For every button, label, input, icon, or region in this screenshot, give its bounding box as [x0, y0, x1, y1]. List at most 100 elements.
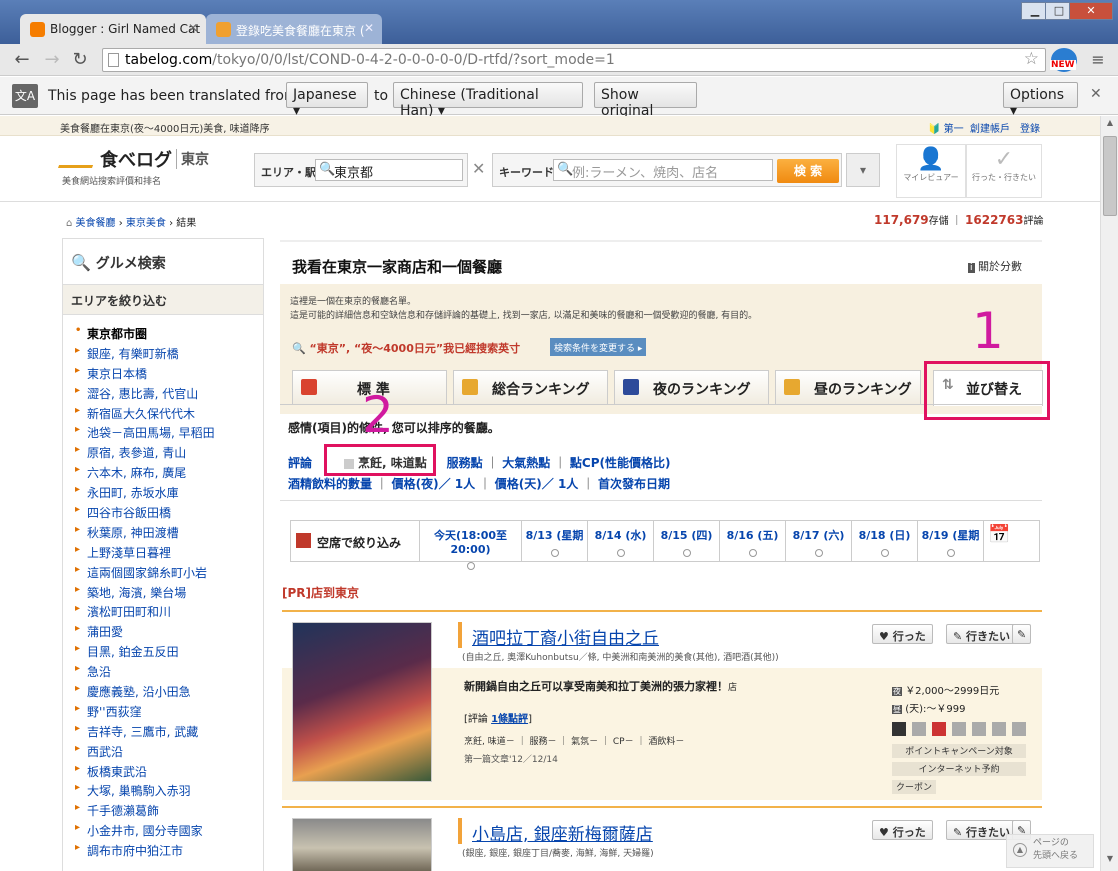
sidebar-area-item[interactable]: 原宿, 表參道, 青山 — [73, 444, 263, 464]
sidebar-area-item[interactable]: 銀座, 有樂町新橋 — [73, 345, 263, 365]
sidebar-area-item[interactable]: 板橋東武沿 — [73, 763, 263, 783]
want-button[interactable]: ✎ 行きたい — [946, 624, 1018, 644]
accent-bar — [458, 818, 462, 844]
close-icon[interactable]: ✕ — [1090, 86, 1102, 102]
sort-link-price-night[interactable]: 價格(夜)／ 1人 — [392, 477, 476, 491]
sidebar-area-item[interactable]: 目黑, 鉑金五反田 — [73, 643, 263, 663]
date-cell[interactable]: 8/18 (日) — [852, 520, 918, 562]
date-cell[interactable]: 8/14 (水) — [588, 520, 654, 562]
top-link-signup[interactable]: 創建帳戶 — [970, 120, 1010, 135]
date-cell[interactable]: 今天(18:00至20:00) — [420, 520, 522, 570]
restaurant-photo[interactable] — [292, 622, 432, 782]
restaurant-card: 小島店, 銀座新梅爾薩店 ♥ 行った ✎ 行きたい ✎ (銀座, 銀座, 銀座丁… — [282, 806, 1042, 871]
sidebar-area-item[interactable]: 東京都市圈 — [73, 325, 263, 345]
sidebar-area-item[interactable]: 東京日本橋 — [73, 365, 263, 385]
logo-text[interactable]: 食べログ — [100, 146, 172, 172]
to-language-select[interactable]: Chinese (Traditional Han) ▾ — [393, 82, 583, 119]
sort-link-price-day[interactable]: 價格(天)／ 1人 — [495, 477, 579, 491]
sort-link-first-post[interactable]: 首次發布日期 — [598, 477, 670, 491]
my-reviewer-button[interactable]: 👤 マイレビュアー — [896, 144, 966, 198]
sidebar-area-item[interactable]: 急沿 — [73, 663, 263, 683]
sidebar-area-item[interactable]: 小金井市, 國分寺國家 — [73, 822, 263, 842]
sidebar-area-item[interactable]: 調布市府中狛江市 — [73, 842, 263, 862]
sidebar-area-item[interactable]: 新宿區大久保代代木 — [73, 405, 263, 425]
scroll-down-icon[interactable]: ▼ — [1103, 854, 1117, 868]
price-night-value: ￥2,000～2999日元 — [905, 686, 1000, 697]
vacancy-filter[interactable]: 空席で絞り込み — [290, 520, 420, 562]
top-link-first[interactable]: 🔰 第一 — [928, 120, 964, 135]
calendar-icon[interactable]: 📅 — [988, 524, 1010, 545]
from-language-select[interactable]: Japanese ▾ — [286, 82, 368, 119]
date-cell[interactable]: 8/16 (五) — [720, 520, 786, 562]
review-count-link[interactable]: 1條點評 — [491, 714, 528, 725]
breadcrumb-item[interactable]: 美食餐廳 — [76, 218, 116, 229]
went-button[interactable]: ✓ 行った・行きたい — [966, 144, 1042, 198]
scrollbar[interactable]: ▲ ▼ — [1100, 116, 1118, 871]
close-icon[interactable]: ✕ — [188, 21, 198, 35]
extension-icon[interactable]: NEW — [1050, 48, 1077, 72]
restaurant-name[interactable]: 小島店, 銀座新梅爾薩店 — [472, 820, 653, 845]
sort-link-atmosphere[interactable]: 大氣熱點 — [502, 456, 550, 470]
sort-link-cp[interactable]: 點CP(性能價格比) — [570, 456, 671, 470]
forward-icon[interactable]: → — [40, 48, 64, 72]
star-icon[interactable]: ☆ — [1024, 49, 1039, 69]
about-score-link[interactable]: i 關於分數 — [968, 258, 1022, 274]
date-cell[interactable]: 8/17 (六) — [786, 520, 852, 562]
sidebar-area-item[interactable]: 濱松町田町和川 — [73, 603, 263, 623]
tab-night-ranking[interactable]: 夜のランキング — [614, 370, 769, 404]
sort-link-review[interactable]: 評論 — [288, 456, 312, 470]
options-button[interactable]: Options ▾ — [1003, 82, 1078, 119]
chevron-down-icon[interactable]: ▾ — [846, 153, 880, 187]
area-input[interactable]: 🔍 東京都 — [315, 159, 463, 181]
went-button[interactable]: ♥ 行った — [872, 820, 933, 840]
sidebar-area-item[interactable]: 這兩個國家錦糸町小岩 — [73, 564, 263, 584]
top-link-login[interactable]: 登錄 — [1020, 120, 1040, 135]
sidebar-area-item[interactable]: 築地, 海濱, 樂台場 — [73, 584, 263, 604]
sidebar-area-item[interactable]: 西武沿 — [73, 743, 263, 763]
sidebar-area-item[interactable]: 四谷市谷飯田橋 — [73, 504, 263, 524]
sidebar-area-item[interactable]: 慶應義塾, 沿小田急 — [73, 683, 263, 703]
sidebar-area-item[interactable]: 澀谷, 惠比壽, 代官山 — [73, 385, 263, 405]
scroll-up-icon[interactable]: ▲ — [1103, 118, 1117, 132]
sidebar-area-item[interactable]: 吉祥寺, 三鷹市, 武藏 — [73, 723, 263, 743]
back-to-top-button[interactable]: ▲ ページの 先頭へ戻る — [1006, 834, 1094, 868]
tab-blogger[interactable]: Blogger : Girl Named Cat ✕ — [20, 14, 206, 44]
room-icon — [1012, 722, 1026, 736]
date-cell[interactable]: 8/13 (星期 — [522, 520, 588, 562]
show-original-button[interactable]: Show original — [594, 82, 697, 119]
tab-day-ranking[interactable]: 昼のランキング — [775, 370, 921, 404]
clear-icon[interactable]: ✕ — [472, 159, 485, 178]
to-word: to — [374, 88, 389, 104]
sort-link-service[interactable]: 服務點 — [447, 456, 483, 470]
keyword-input[interactable]: 🔍 例:ラーメン、焼肉、店名 — [553, 159, 773, 181]
scroll-thumb[interactable] — [1103, 136, 1117, 216]
edit-icon[interactable]: ✎ — [1012, 624, 1032, 644]
address-bar[interactable]: tabelog.com/tokyo/0/0/lst/COND-0-4-2-0-0… — [102, 48, 1046, 72]
went-button[interactable]: ♥ 行った — [872, 624, 933, 644]
menu-icon[interactable]: ≡ — [1086, 48, 1110, 72]
sidebar-area-item[interactable]: 永田町, 赤坂水庫 — [73, 484, 263, 504]
annotation-number-2: 2 — [362, 386, 394, 444]
restaurant-name[interactable]: 酒吧拉丁裔小街自由之丘 — [472, 624, 659, 649]
date-cell[interactable]: 8/15 (四) — [654, 520, 720, 562]
change-condition-button[interactable]: 検索条件を変更する ▸ — [550, 338, 647, 356]
back-icon[interactable]: ← — [10, 48, 34, 72]
breadcrumb-item[interactable]: 東京美食 — [126, 218, 166, 229]
sidebar-area-item[interactable]: 六本木, 麻布, 廣尾 — [73, 464, 263, 484]
sidebar-area-item[interactable]: 上野淺草日暮裡 — [73, 544, 263, 564]
close-icon[interactable]: ✕ — [364, 21, 374, 35]
sidebar-area-item[interactable]: 千手德瀨葛飾 — [73, 802, 263, 822]
sidebar-area-item[interactable]: 大塚, 巢鴨駒入赤羽 — [73, 782, 263, 802]
date-cell[interactable]: 8/19 (星期 — [918, 520, 984, 562]
tab-overall-ranking[interactable]: 総合ランキング — [453, 370, 608, 404]
sidebar-area-item[interactable]: 野''西荻窪 — [73, 703, 263, 723]
tab-tabelog[interactable]: 登錄吃美食餐廳在東京 ( ✕ — [206, 14, 382, 44]
sort-link-drinks[interactable]: 酒精飲料的數量 — [288, 477, 372, 491]
reload-icon[interactable]: ↻ — [68, 48, 92, 72]
close-window-button[interactable]: ✕ — [1069, 2, 1113, 20]
search-button[interactable]: 検 索 — [777, 159, 839, 183]
sidebar-area-item[interactable]: 秋葉原, 神田渡槽 — [73, 524, 263, 544]
sidebar-area-item[interactable]: 蒲田愛 — [73, 623, 263, 643]
restaurant-photo[interactable] — [292, 818, 432, 871]
sidebar-area-item[interactable]: 池袋－高田馬場, 早稻田 — [73, 424, 263, 444]
